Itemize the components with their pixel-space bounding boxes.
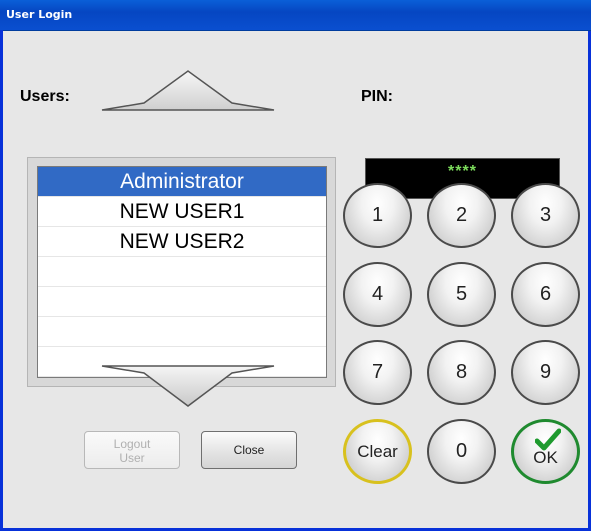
key-7-button[interactable]: 7 (343, 340, 412, 405)
close-button-label: Close (233, 443, 265, 457)
key-1-button[interactable]: 1 (343, 183, 412, 248)
key-3-button[interactable]: 3 (511, 183, 580, 248)
pin-label: PIN: (361, 88, 393, 105)
close-button[interactable]: Close (201, 431, 297, 469)
key-9-button[interactable]: 9 (511, 340, 580, 405)
scroll-down-arrow-icon[interactable] (100, 364, 276, 408)
user-row-empty[interactable] (38, 287, 326, 317)
logout-user-button[interactable]: Logout User (84, 431, 180, 469)
key-4-button[interactable]: 4 (343, 262, 412, 327)
client-area: Users: Administrator NEW USER1 NEW USER2 (3, 31, 588, 528)
users-label: Users: (20, 88, 70, 105)
logout-label-line1: Logout (113, 437, 151, 451)
user-list-panel: Administrator NEW USER1 NEW USER2 (27, 157, 336, 387)
ok-button-label: OK (533, 448, 558, 467)
key-0-button[interactable]: 0 (427, 419, 496, 484)
user-row-empty[interactable] (38, 317, 326, 347)
key-8-button[interactable]: 8 (427, 340, 496, 405)
window-title: User Login (6, 8, 73, 21)
scroll-up-arrow-icon[interactable] (100, 69, 276, 112)
user-row-new-user2[interactable]: NEW USER2 (38, 227, 326, 257)
title-bar[interactable]: User Login (0, 0, 591, 31)
logout-label-line2: User (119, 451, 145, 465)
ok-button[interactable]: OK (511, 419, 580, 484)
key-2-button[interactable]: 2 (427, 183, 496, 248)
user-row-new-user1[interactable]: NEW USER1 (38, 197, 326, 227)
user-row-empty[interactable] (38, 257, 326, 287)
clear-button[interactable]: Clear (343, 419, 412, 484)
key-5-button[interactable]: 5 (427, 262, 496, 327)
login-window: User Login Users: Administrator NEW USER… (0, 0, 591, 531)
key-6-button[interactable]: 6 (511, 262, 580, 327)
user-row-administrator[interactable]: Administrator (38, 167, 326, 197)
user-listbox[interactable]: Administrator NEW USER1 NEW USER2 (37, 166, 327, 378)
